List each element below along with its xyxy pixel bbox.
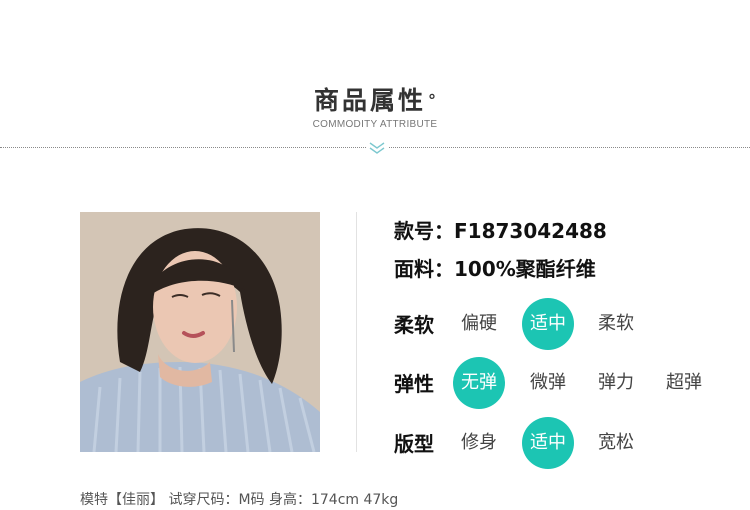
softness-row: 柔软 偏硬 适中 柔软 (394, 298, 734, 350)
fit-label: 版型 (394, 432, 434, 456)
style-number-row: 款号：F1873042488 (394, 218, 607, 244)
elasticity-label: 弹性 (394, 372, 434, 396)
vertical-divider (356, 212, 357, 452)
softness-option-hard: 偏硬 (461, 313, 497, 334)
fit-row: 版型 修身 适中 宽松 (394, 417, 734, 469)
fit-option-slim: 修身 (461, 432, 497, 453)
section-subtitle: COMMODITY ATTRIBUTE (312, 119, 438, 130)
fabric-label: 面料： (394, 257, 454, 281)
fit-option-regular: 适中 (522, 417, 574, 469)
style-number-label: 款号： (394, 219, 454, 243)
section-title: 商品属性 ° (0, 84, 750, 118)
model-info-caption: 模特【佳丽】 试穿尺码：M码 身高：174cm 47kg (80, 492, 399, 508)
elasticity-option-slight: 微弹 (530, 372, 566, 393)
elasticity-option-super: 超弹 (666, 372, 702, 393)
degree-mark: ° (428, 91, 436, 110)
double-chevron-down-icon (366, 141, 388, 155)
fabric-value: 100%聚酯纤维 (454, 257, 596, 281)
style-number-value: F1873042488 (454, 219, 607, 243)
elasticity-row: 弹性 无弹 微弹 弹力 超弹 (394, 357, 734, 409)
softness-option-medium: 适中 (522, 298, 574, 350)
section-title-text: 商品属性 (313, 86, 426, 115)
fit-option-loose: 宽松 (598, 432, 634, 453)
elasticity-option-stretch: 弹力 (598, 372, 634, 393)
fabric-row: 面料：100%聚酯纤维 (394, 256, 596, 282)
softness-option-soft: 柔软 (598, 313, 634, 334)
section-header: 商品属性 ° COMMODITY ATTRIBUTE (0, 84, 750, 131)
elasticity-option-none: 无弹 (453, 357, 505, 409)
model-photo (80, 212, 320, 452)
softness-label: 柔软 (394, 313, 434, 337)
